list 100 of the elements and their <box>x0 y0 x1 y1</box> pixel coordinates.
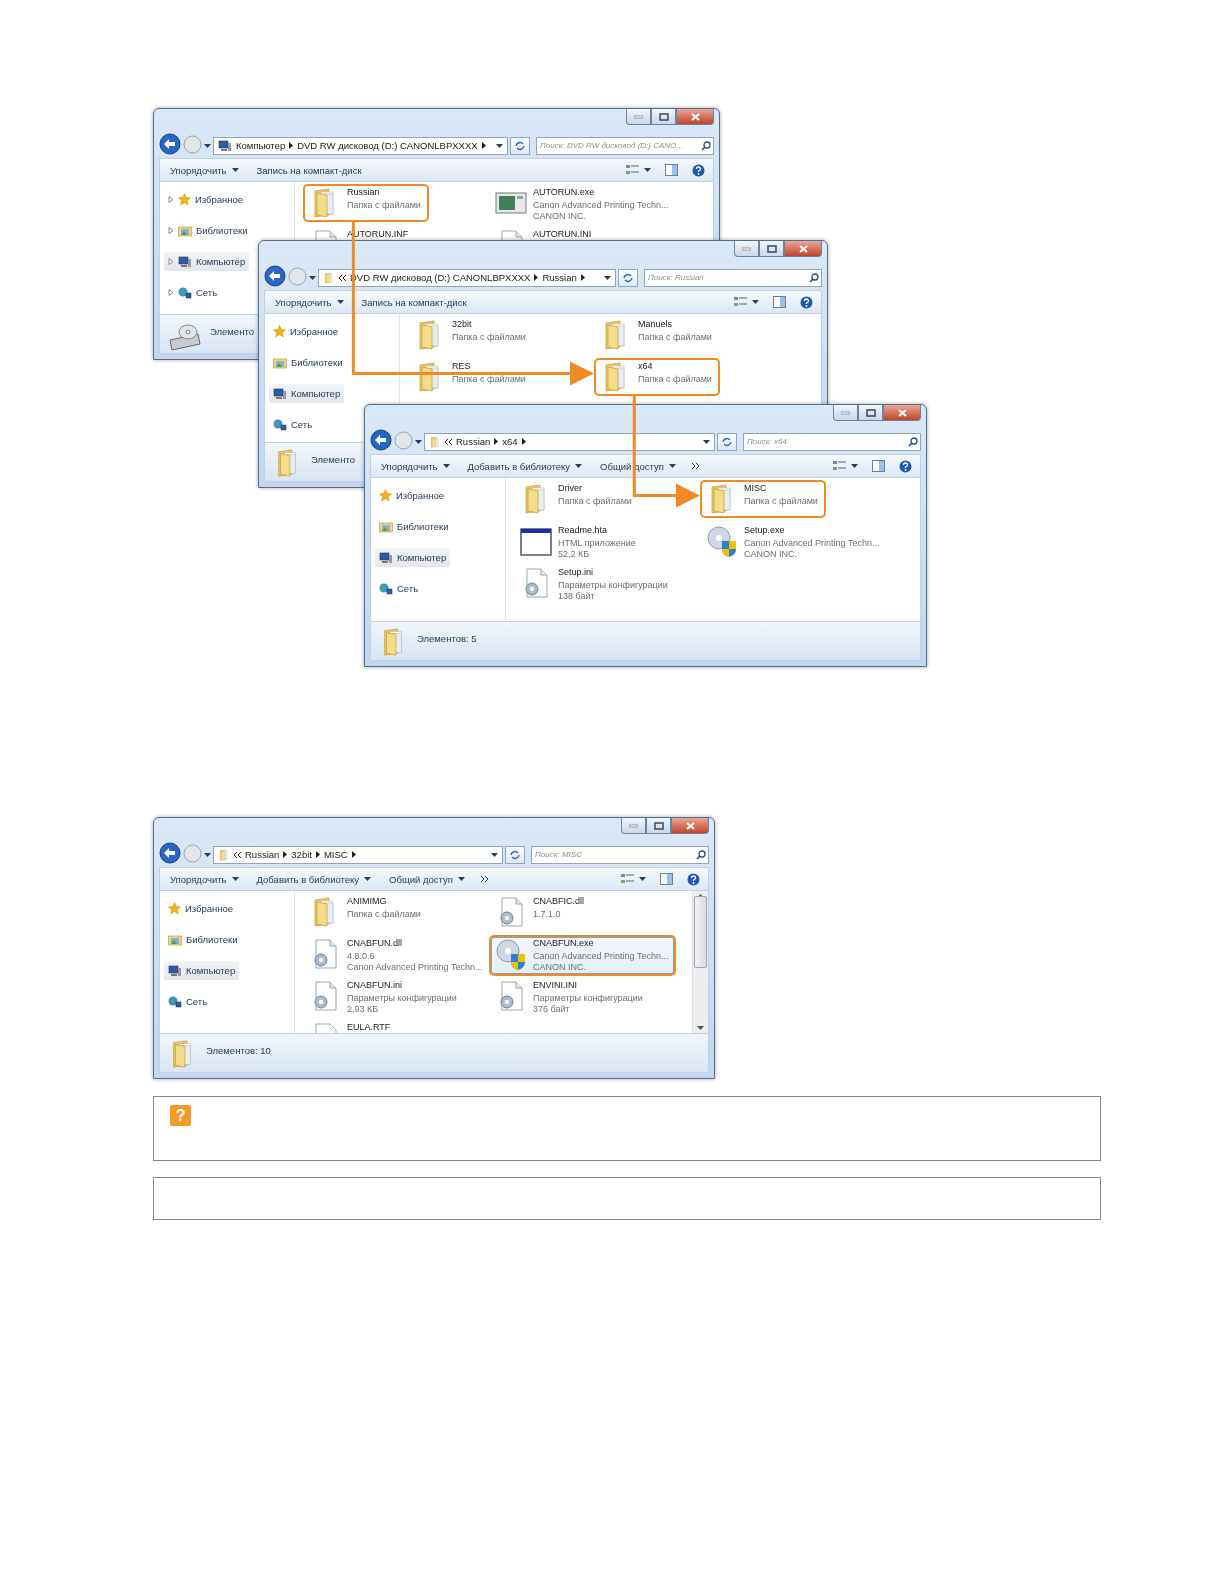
expander-icon[interactable] <box>168 227 174 234</box>
maximize-button[interactable] <box>858 405 883 421</box>
maximize-button[interactable] <box>646 818 671 834</box>
back-button[interactable] <box>159 133 181 158</box>
file-label[interactable]: Russian Папка с файлами <box>347 187 421 211</box>
search-field[interactable]: Поиск: Russian <box>644 268 822 287</box>
navigation-item[interactable]: Библиотеки <box>164 930 242 949</box>
help-button[interactable] <box>692 163 705 177</box>
scroll-thumb[interactable] <box>694 896 707 968</box>
breadcrumb[interactable]: MISC <box>323 849 348 860</box>
toolbar-button[interactable]: Упорядочить <box>168 873 241 885</box>
minimize-button[interactable] <box>734 241 759 257</box>
address-bar[interactable]: Russian 32bit MISC <box>213 845 503 864</box>
toolbar-button[interactable]: Добавить в библиотеку <box>465 460 585 472</box>
refresh-button[interactable] <box>618 268 638 287</box>
file-label[interactable]: x64 Папка с файлами <box>638 361 712 385</box>
scroll-down-icon[interactable] <box>697 1023 704 1033</box>
file-label[interactable]: MISC Папка с файлами <box>744 483 818 507</box>
address-bar[interactable]: Компьютер DVD RW дисковод (D:) CANONLBPXXXX <box>213 136 508 155</box>
file-label[interactable]: Readme.hta HTML приложение 52,2 КБ <box>558 525 636 560</box>
history-button[interactable] <box>415 439 422 444</box>
file-label[interactable]: CNABFUN.exe Canon Advanced Printing Techn... CANON INC. <box>533 938 669 973</box>
breadcrumb[interactable]: x64 <box>502 436 518 447</box>
close-button[interactable] <box>676 109 714 125</box>
expander-icon[interactable] <box>168 196 174 203</box>
refresh-button[interactable] <box>505 845 525 864</box>
back-button[interactable] <box>370 429 392 454</box>
minimize-button[interactable] <box>621 818 646 834</box>
search-field[interactable]: Поиск: MISC <box>531 845 709 864</box>
file-label[interactable]: Driver Папка с файлами <box>558 483 632 507</box>
file-label[interactable]: AUTORUN.INI <box>533 229 592 242</box>
history-button[interactable] <box>204 852 211 857</box>
navigation-item[interactable]: Сеть <box>164 992 212 1011</box>
toolbar-button[interactable]: Запись на компакт-диск <box>359 296 469 308</box>
preview-pane-button[interactable] <box>660 873 673 885</box>
preview-pane-button[interactable] <box>773 296 786 308</box>
preview-pane-button[interactable] <box>872 460 885 472</box>
back-button[interactable] <box>159 842 181 867</box>
file-label[interactable]: ENVINI.INI Параметры конфигурации 376 байт <box>533 980 643 1015</box>
refresh-button[interactable] <box>510 136 530 155</box>
close-button[interactable] <box>671 818 709 834</box>
search-field[interactable]: Поиск: x64 <box>743 432 921 451</box>
view-button[interactable] <box>626 164 651 176</box>
toolbar-button[interactable]: Упорядочить <box>168 164 241 176</box>
file-item[interactable]: Russian Папка с файлами <box>303 184 429 222</box>
maximize-button[interactable] <box>759 241 784 257</box>
file-label[interactable]: EULA.RTF <box>347 1022 391 1033</box>
minimize-button[interactable] <box>626 109 651 125</box>
maximize-button[interactable] <box>651 109 676 125</box>
navigation-item[interactable]: Библиотеки <box>375 517 453 536</box>
navigation-item[interactable]: Библиотеки <box>269 353 347 372</box>
close-button[interactable] <box>883 405 921 421</box>
navigation-item[interactable]: Библиотеки <box>164 221 252 240</box>
toolbar-button[interactable]: Общий доступ <box>387 873 467 885</box>
toolbar-button[interactable]: Добавить в библиотеку <box>254 873 374 885</box>
file-label[interactable]: ANIMIMG Папка с файлами <box>347 896 421 920</box>
file-label[interactable]: Setup.exe Canon Advanced Printing Techn... CANON INC. <box>744 525 880 560</box>
file-label[interactable]: 32bit Папка с файлами <box>452 319 526 343</box>
breadcrumb[interactable]: Russian <box>456 436 491 447</box>
expander-icon[interactable] <box>168 289 174 296</box>
file-item[interactable]: x64 Папка с файлами <box>594 358 720 396</box>
navigation-item[interactable]: Компьютер <box>375 548 451 567</box>
file-item[interactable]: MISC Папка с файлами <box>700 480 826 518</box>
view-button[interactable] <box>833 460 858 472</box>
help-button[interactable] <box>800 295 813 309</box>
navigation-item[interactable]: Сеть <box>375 579 423 598</box>
file-label[interactable]: CNABFUN.ini Параметры конфигурации 2,93 КБ <box>347 980 457 1015</box>
navigation-item[interactable]: Компьютер <box>269 384 345 403</box>
file-label[interactable]: RES Папка с файлами <box>452 361 526 385</box>
history-button[interactable] <box>204 143 211 148</box>
file-label[interactable]: CNABFUN.dll 4.8.0.6 Canon Advanced Printing Techn... <box>347 938 483 973</box>
address-bar[interactable]: Russian x64 <box>424 432 715 451</box>
file-label[interactable]: AUTORUN.exe Canon Advanced Printing Techn... CANON INC. <box>533 187 669 222</box>
navigation-item[interactable]: Сеть <box>164 283 222 302</box>
navigation-item[interactable]: Избранное <box>269 322 343 341</box>
scrollbar[interactable] <box>692 891 708 1033</box>
more-button[interactable] <box>691 463 700 469</box>
file-label[interactable]: CNABFIC.dll 1.7.1.0 <box>533 896 584 920</box>
expander-icon[interactable] <box>168 258 174 265</box>
navigation-item[interactable]: Избранное <box>164 899 238 918</box>
help-button[interactable] <box>687 872 700 886</box>
close-button[interactable] <box>784 241 822 257</box>
navigation-item[interactable]: Компьютер <box>164 961 240 980</box>
breadcrumb[interactable]: Russian <box>245 849 280 860</box>
back-button[interactable] <box>264 265 286 290</box>
more-button[interactable] <box>480 876 489 882</box>
breadcrumb[interactable]: DVD RW дисковод (D:) CANONLBPXXXX <box>297 140 478 151</box>
breadcrumb[interactable]: Russian <box>542 272 577 283</box>
history-button[interactable] <box>309 275 316 280</box>
minimize-button[interactable] <box>833 405 858 421</box>
breadcrumb[interactable]: 32bit <box>291 849 312 860</box>
file-label[interactable]: Setup.ini Параметры конфигурации 138 байт <box>558 567 668 602</box>
navigation-item[interactable]: Сеть <box>269 415 317 434</box>
navigation-item[interactable]: Компьютер <box>164 252 250 271</box>
toolbar-button[interactable]: Запись на компакт-диск <box>254 164 364 176</box>
toolbar-button[interactable]: Упорядочить <box>273 296 346 308</box>
navigation-item[interactable]: Избранное <box>164 190 248 209</box>
view-button[interactable] <box>734 296 759 308</box>
file-label[interactable]: Manuels Папка с файлами <box>638 319 712 343</box>
toolbar-button[interactable]: Упорядочить <box>379 460 452 472</box>
